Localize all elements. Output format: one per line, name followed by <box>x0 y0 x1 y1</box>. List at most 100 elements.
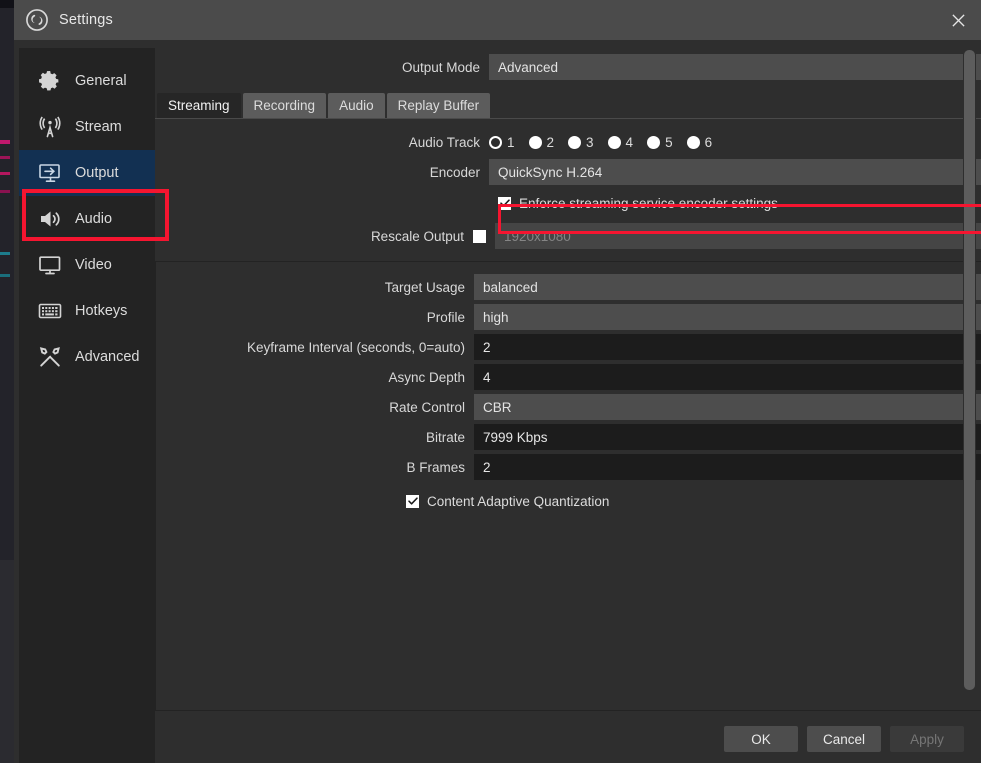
enforce-settings-row: Enforce streaming service encoder settin… <box>155 191 981 215</box>
radio-indicator <box>568 135 582 149</box>
async-depth-label: Async Depth <box>388 369 465 385</box>
radio-indicator <box>528 135 542 149</box>
rate-control-row: Rate Control CBR <box>156 394 981 420</box>
sidebar-item-output[interactable]: Output <box>19 150 155 196</box>
audio-track-row: Audio Track 1 2 3 4 5 6 <box>155 130 981 154</box>
b-frames-value: 2 <box>483 459 491 475</box>
tab-label: Replay Buffer <box>397 98 480 113</box>
rescale-output-value: 1920x1080 <box>504 228 571 244</box>
keyframe-interval-value: 2 <box>483 339 491 355</box>
scrollbar-thumb[interactable] <box>964 50 975 690</box>
target-usage-row: Target Usage balanced <box>156 274 981 300</box>
target-usage-value: balanced <box>483 279 538 295</box>
tab-streaming[interactable]: Streaming <box>157 93 241 118</box>
background-app-sliver <box>0 0 14 763</box>
window-title: Settings <box>59 12 113 28</box>
profile-label: Profile <box>426 309 465 325</box>
sidebar-item-label: General <box>75 73 127 89</box>
dialog-body: General Stream Output Audio Video Hotkey… <box>14 40 981 763</box>
settings-sidebar: General Stream Output Audio Video Hotkey… <box>19 48 169 763</box>
output-mode-row: Output Mode Advanced <box>155 54 981 80</box>
title-bar: Settings <box>14 0 981 40</box>
settings-dialog: Settings General Stream Output Audio Vid… <box>14 0 981 763</box>
radio-indicator <box>686 135 700 149</box>
rate-control-value: CBR <box>483 399 512 415</box>
sidebar-item-label: Video <box>75 257 112 273</box>
sidebar-item-label: Hotkeys <box>75 303 128 319</box>
audio-track-radio-group: 1 2 3 4 5 6 <box>489 135 726 150</box>
tab-label: Recording <box>253 98 316 113</box>
cancel-button[interactable]: Cancel <box>807 726 881 752</box>
background-accent-bar <box>0 252 10 255</box>
caq-row: Content Adaptive Quantization <box>156 489 981 513</box>
background-lower-panel <box>0 560 14 763</box>
audio-track-label: Audio Track <box>408 134 480 150</box>
apply-button: Apply <box>890 726 964 752</box>
encoder-label: Encoder <box>429 164 480 180</box>
obs-logo-icon <box>26 9 48 31</box>
audio-track-radio-6[interactable]: 6 <box>686 135 712 150</box>
tab-recording[interactable]: Recording <box>242 93 327 118</box>
bitrate-value: 7999 Kbps <box>483 429 548 445</box>
profile-select[interactable]: high <box>474 304 981 330</box>
output-mode-select[interactable]: Advanced <box>489 54 981 80</box>
bitrate-row: Bitrate 7999 Kbps <box>156 424 981 450</box>
audio-track-radio-1[interactable]: 1 <box>489 135 515 150</box>
tab-label: Streaming <box>168 98 230 113</box>
background-accent-bar <box>0 140 10 144</box>
rate-control-select[interactable]: CBR <box>474 394 981 420</box>
sidebar-item-label: Audio <box>75 211 113 227</box>
sidebar-item-hotkeys[interactable]: Hotkeys <box>19 288 155 334</box>
sidebar-item-label: Advanced <box>75 349 140 365</box>
radio-indicator <box>647 135 661 149</box>
sidebar-item-label: Output <box>75 165 119 181</box>
audio-track-radio-4[interactable]: 4 <box>607 135 633 150</box>
close-icon[interactable] <box>935 0 981 40</box>
audio-track-radio-3[interactable]: 3 <box>568 135 594 150</box>
sidebar-item-audio[interactable]: Audio <box>19 196 155 242</box>
sidebar-item-advanced[interactable]: Advanced <box>19 334 155 380</box>
enforce-settings-label: Enforce streaming service encoder settin… <box>519 195 778 211</box>
background-accent-bar <box>0 172 10 175</box>
audio-track-radio-2[interactable]: 2 <box>528 135 554 150</box>
output-mode-value: Advanced <box>498 59 559 75</box>
content-scrollbar[interactable] <box>963 48 976 696</box>
rate-control-label: Rate Control <box>389 399 465 415</box>
async-depth-row: Async Depth 4 <box>156 364 981 390</box>
dialog-button-bar: OK Cancel Apply <box>14 715 981 763</box>
sidebar-item-stream[interactable]: Stream <box>19 104 155 150</box>
bitrate-label: Bitrate <box>425 429 465 445</box>
target-usage-label: Target Usage <box>384 279 465 295</box>
rescale-output-row: Rescale Output 1920x1080 <box>155 223 981 249</box>
background-accent-bar <box>0 274 10 277</box>
background-accent-bar <box>0 190 10 193</box>
tab-label: Audio <box>339 98 374 113</box>
b-frames-input[interactable]: 2 <box>474 454 981 480</box>
sidebar-item-video[interactable]: Video <box>19 242 155 288</box>
encoder-value: QuickSync H.264 <box>498 164 603 180</box>
ok-button[interactable]: OK <box>724 726 798 752</box>
keyframe-interval-input[interactable]: 2 <box>474 334 981 360</box>
profile-value: high <box>483 309 509 325</box>
encoder-select[interactable]: QuickSync H.264 <box>489 159 981 185</box>
tab-replay-buffer[interactable]: Replay Buffer <box>386 93 491 118</box>
radio-indicator <box>607 135 621 149</box>
target-usage-select[interactable]: balanced <box>474 274 981 300</box>
async-depth-value: 4 <box>483 369 491 385</box>
rescale-output-select: 1920x1080 <box>495 223 981 249</box>
sidebar-item-general[interactable]: General <box>19 58 155 104</box>
keyframe-interval-label: Keyframe Interval (seconds, 0=auto) <box>247 339 465 355</box>
rescale-output-checkbox[interactable] <box>473 229 486 243</box>
bitrate-input[interactable]: 7999 Kbps <box>474 424 981 450</box>
tab-audio[interactable]: Audio <box>328 93 385 118</box>
audio-track-radio-5[interactable]: 5 <box>647 135 673 150</box>
caq-checkbox[interactable] <box>406 494 419 508</box>
keyframe-interval-row: Keyframe Interval (seconds, 0=auto) 2 <box>156 334 981 360</box>
async-depth-input[interactable]: 4 <box>474 364 981 390</box>
speaker-icon <box>37 206 63 232</box>
b-frames-row: B Frames 2 <box>156 454 981 480</box>
display-icon <box>37 252 63 278</box>
radio-indicator <box>489 135 502 149</box>
profile-row: Profile high <box>156 304 981 330</box>
enforce-settings-checkbox[interactable] <box>498 196 511 210</box>
